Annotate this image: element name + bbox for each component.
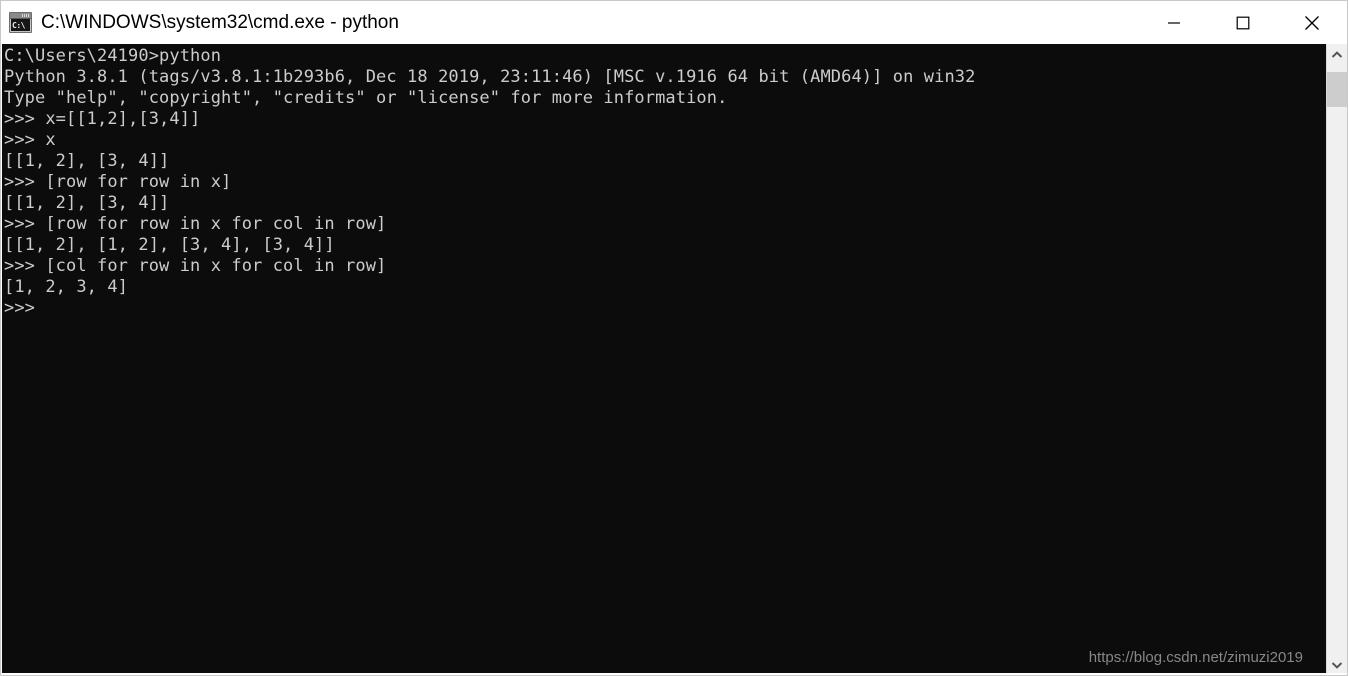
console-line: >>> x xyxy=(4,130,56,150)
scrollbar-thumb[interactable] xyxy=(1327,72,1347,107)
console-line: Python 3.8.1 (tags/v3.8.1:1b293b6, Dec 1… xyxy=(4,67,976,87)
scrollbar-track[interactable] xyxy=(1327,65,1347,654)
console-line: C:\Users\24190>python xyxy=(4,46,222,66)
chevron-down-icon xyxy=(1331,661,1343,669)
cmd-exe-icon: C:\ xyxy=(9,12,32,33)
scroll-down-button[interactable] xyxy=(1327,654,1347,675)
close-button[interactable] xyxy=(1277,1,1346,44)
maximize-icon xyxy=(1236,16,1249,29)
console-line: [1, 2, 3, 4] xyxy=(4,277,129,297)
titlebar[interactable]: C:\ C:\WINDOWS\system32\cmd.exe - python xyxy=(1,1,1347,44)
console-output-area[interactable]: C:\Users\24190>python Python 3.8.1 (tags/… xyxy=(2,44,1327,675)
console-scrollbar[interactable] xyxy=(1326,44,1347,675)
console-line: Type "help", "copyright", "credits" or "… xyxy=(4,88,728,108)
window-title: C:\WINDOWS\system32\cmd.exe - python xyxy=(41,12,399,33)
chevron-up-icon xyxy=(1331,50,1343,58)
console-line: >>> x=[[1,2],[3,4]] xyxy=(4,109,201,129)
icon-titlebar-buttons xyxy=(22,14,30,17)
console-line: [[1, 2], [3, 4]] xyxy=(4,151,170,171)
close-icon xyxy=(1304,15,1319,30)
console-line: [[1, 2], [3, 4]] xyxy=(4,193,170,213)
console-line: >>> xyxy=(4,298,36,318)
console-line: >>> [row for row in x for col in row] xyxy=(4,214,387,234)
minimize-icon xyxy=(1167,21,1180,24)
console-line: [[1, 2], [1, 2], [3, 4], [3, 4]] xyxy=(4,235,335,255)
console-line: >>> [col for row in x for col in row] xyxy=(4,256,387,276)
console-line: >>> [row for row in x] xyxy=(4,172,232,192)
window-bottom-edge xyxy=(1,673,1347,675)
console-text: C:\Users\24190>python Python 3.8.1 (tags/… xyxy=(4,46,1327,319)
minimize-button[interactable] xyxy=(1139,1,1208,44)
watermark-text: https://blog.csdn.net/zimuzi2019 xyxy=(1088,649,1303,666)
scroll-up-button[interactable] xyxy=(1327,44,1347,65)
icon-prompt-text: C:\ xyxy=(11,19,30,31)
cmd-window: C:\ C:\WINDOWS\system32\cmd.exe - python… xyxy=(0,0,1348,676)
maximize-button[interactable] xyxy=(1208,1,1277,44)
